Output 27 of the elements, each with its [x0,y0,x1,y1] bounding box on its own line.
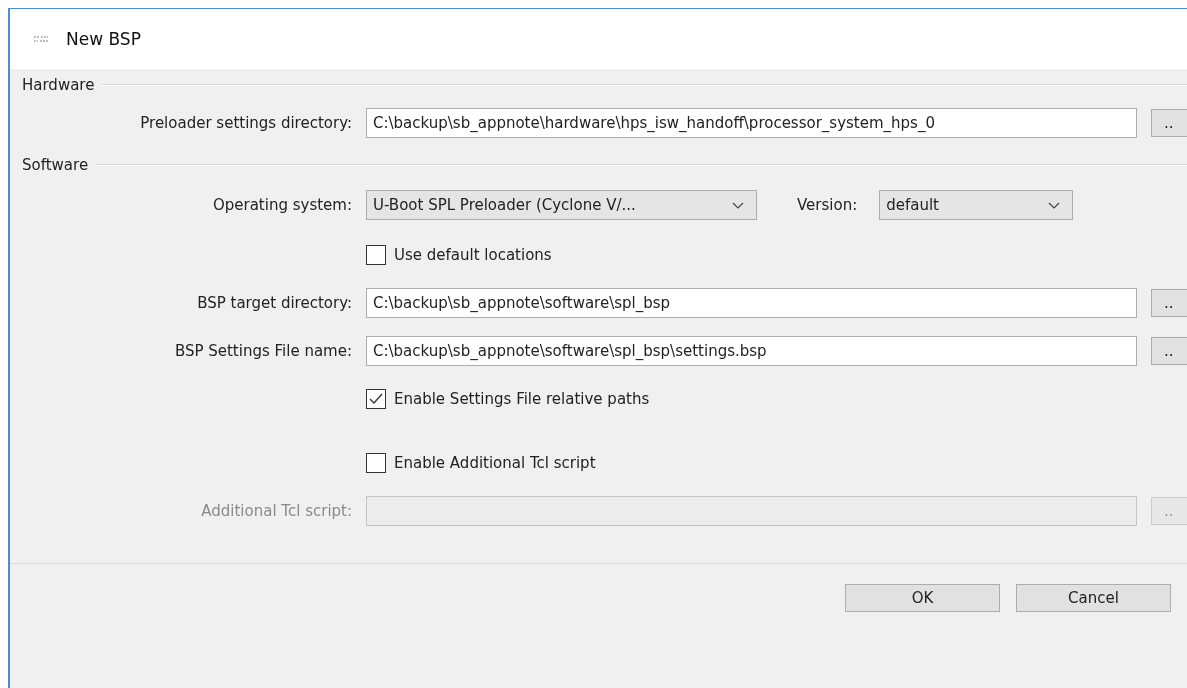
field-label: Operating system: [211,196,352,214]
checkbox[interactable]: Enable Settings File relative paths [366,389,650,409]
path-field[interactable]: C:\backup\sb_appnote\software\spl_bsp [366,288,1137,318]
chevron-icon [1048,201,1061,209]
chevron-icon [732,201,744,209]
path-field[interactable] [366,496,1137,526]
browse-button[interactable]: .. [1151,109,1187,137]
path-field[interactable]: C:\backup\sb_appnote\software\spl_bsp\settings.bsp [366,336,1137,366]
app-icon [34,35,48,43]
field-label: BSP Settings File name: [173,342,352,360]
path-field[interactable]: C:\backup\sb_appnote\hardware\hps_isw_handoff\processor_system_hps_0 [366,108,1137,138]
window-title: New BSP [66,29,141,49]
field-label: BSP target directory: [196,294,352,312]
group-title: Software [22,156,89,174]
field-label: Additional Tcl script: [200,502,352,520]
field-label: Preloader settings directory: [139,114,352,132]
os-dropdown[interactable]: U-Boot SPL Preloader (Cyclone V/... [366,190,757,220]
dialog-button[interactable]: Cancel [1016,584,1171,612]
check-icon [369,393,383,405]
checkbox[interactable]: Enable Additional Tcl script [366,453,596,473]
dialog-button[interactable]: OK [845,584,1000,612]
browse-button[interactable]: .. [1151,289,1187,317]
group-title: Hardware [22,76,95,94]
field-label: Version: [797,196,858,214]
version-dropdown[interactable]: default [879,190,1074,220]
browse-button[interactable]: .. [1151,337,1187,365]
checkbox[interactable]: Use default locations [366,245,552,265]
